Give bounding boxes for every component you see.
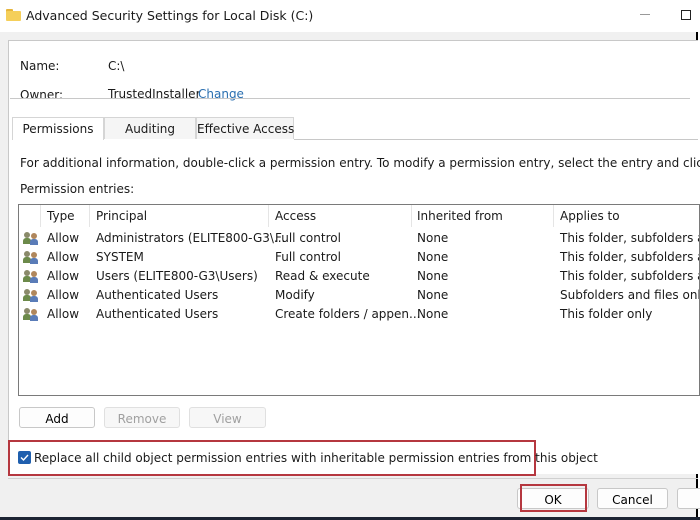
entry-access: Full control [275,231,341,245]
entry-applies-to: This folder, subfolders and [560,250,699,264]
permission-entry-row[interactable]: Allow Authenticated Users Create folders… [19,305,699,324]
add-button[interactable]: Add [19,407,95,428]
tab-permissions[interactable]: Permissions [12,117,104,140]
entry-principal: Authenticated Users [96,288,219,302]
replace-child-permissions-checkbox[interactable] [18,451,31,464]
tab-bottom-border [294,139,698,140]
entry-access: Create folders / appen... [275,307,421,321]
entry-principal: SYSTEM [96,250,144,264]
apply-button[interactable] [677,488,700,509]
tab-divider [10,98,690,99]
entry-applies-to: Subfolders and files only [560,288,700,302]
tab-auditing[interactable]: Auditing [104,117,196,139]
name-value: C:\ [108,59,125,73]
entry-type: Allow [47,288,80,302]
list-header: Type Principal Access Inherited from App… [19,205,699,227]
column-header-type[interactable]: Type [47,209,75,223]
permission-entries-list[interactable]: Type Principal Access Inherited from App… [18,204,700,396]
entry-applies-to: This folder only [560,307,653,321]
tab-effective-access[interactable]: Effective Access [196,117,294,139]
tab-auditing-label: Auditing [124,122,176,136]
entry-inherited-from: None [417,269,449,283]
entry-principal: Administrators (ELITE800-G3\... [96,231,286,245]
remove-button[interactable]: Remove [104,407,180,428]
tab-permissions-label: Permissions [22,122,94,136]
users-icon [23,270,39,283]
view-button[interactable]: View [189,407,266,428]
entry-type: Allow [47,307,80,321]
users-icon [23,232,39,245]
description-text: For additional information, double-click… [20,156,700,170]
name-label: Name: [20,59,60,73]
column-header-principal[interactable]: Principal [96,209,147,223]
column-header-applies-to[interactable]: Applies to [560,209,620,223]
entry-access: Full control [275,250,341,264]
window-title: Advanced Security Settings for Local Dis… [26,8,314,23]
users-icon [23,251,39,264]
advanced-security-settings-window: Advanced Security Settings for Local Dis… [0,0,700,520]
entry-access: Read & execute [275,269,370,283]
permission-entry-row[interactable]: Allow Administrators (ELITE800-G3\... Fu… [19,229,699,248]
permission-entries-label: Permission entries: [20,182,135,196]
column-header-access[interactable]: Access [275,209,316,223]
users-icon [23,289,39,302]
users-icon [23,308,39,321]
owner-label: Owner: [20,88,64,102]
entry-inherited-from: None [417,288,449,302]
entry-access: Modify [275,288,315,302]
entry-principal: Users (ELITE800-G3\Users) [96,269,258,283]
checkmark-icon [20,454,29,462]
ok-button-highlight [520,484,587,512]
replace-child-permissions-label[interactable]: Replace all child object permission entr… [34,451,598,465]
entry-applies-to: This folder, subfolders and [560,231,699,245]
footer-divider [8,478,698,479]
title-bar: Advanced Security Settings for Local Dis… [0,0,698,32]
entry-applies-to: This folder, subfolders and [560,269,699,283]
cancel-button[interactable]: Cancel [597,488,668,509]
entry-inherited-from: None [417,307,449,321]
entry-type: Allow [47,231,80,245]
permission-entry-row[interactable]: Allow Users (ELITE800-G3\Users) Read & e… [19,267,699,286]
permission-entry-row[interactable]: Allow SYSTEM Full control None This fold… [19,248,699,267]
tab-effective-access-label: Effective Access [197,122,295,136]
entry-inherited-from: None [417,231,449,245]
entry-principal: Authenticated Users [96,307,219,321]
minimize-icon[interactable] [640,14,650,15]
column-header-inherited-from[interactable]: Inherited from [417,209,503,223]
entry-type: Allow [47,250,80,264]
permission-entry-row[interactable]: Allow Authenticated Users Modify None Su… [19,286,699,305]
maximize-icon[interactable] [681,10,691,20]
entry-type: Allow [47,269,80,283]
folder-icon [6,9,21,21]
entry-inherited-from: None [417,250,449,264]
